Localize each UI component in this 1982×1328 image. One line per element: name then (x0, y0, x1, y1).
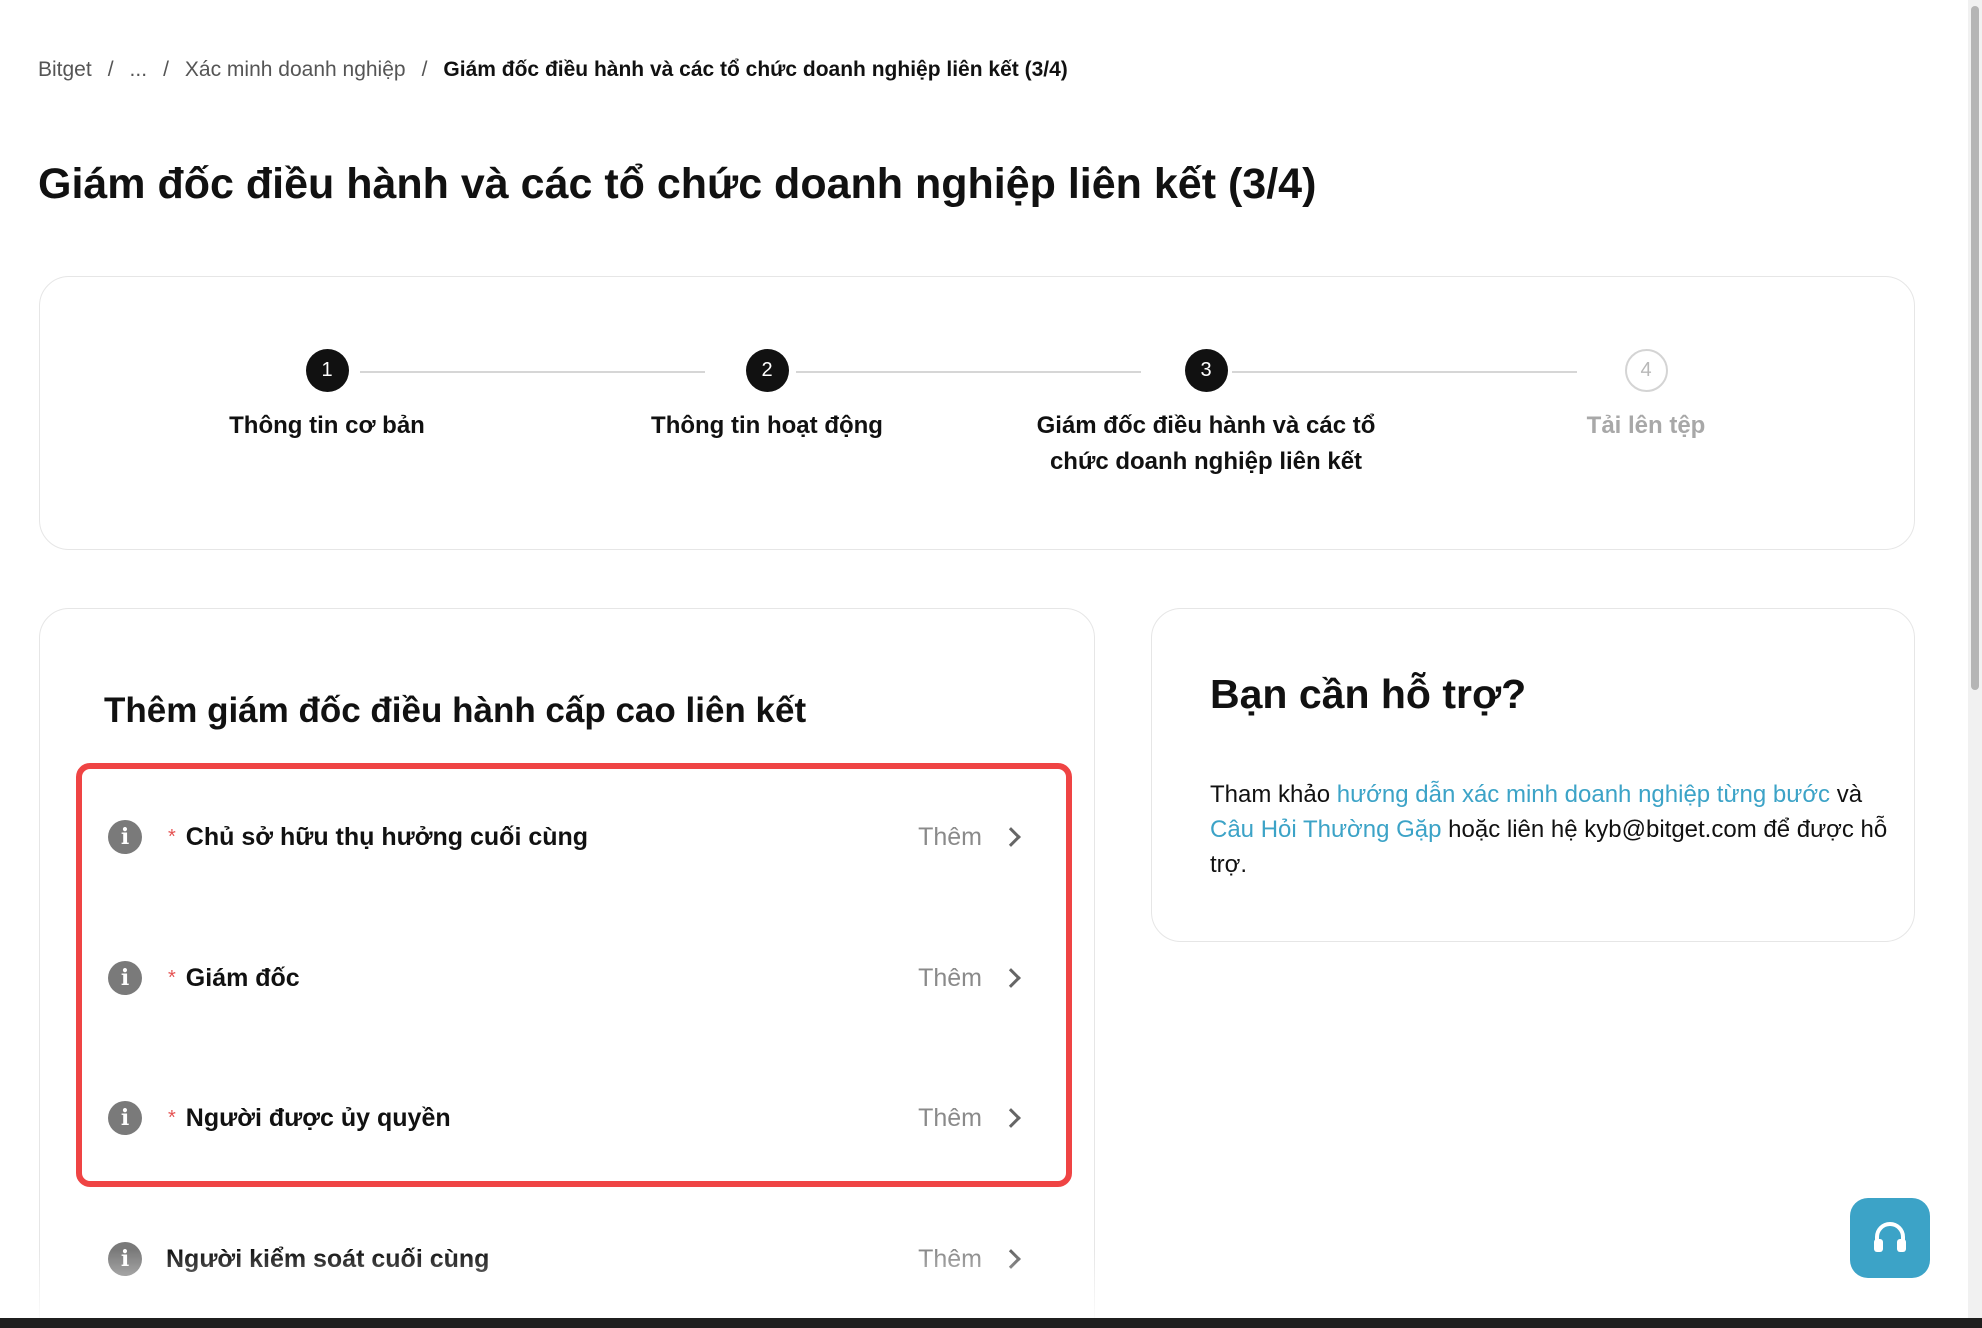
add-label: Thêm (918, 822, 982, 851)
step-label: Giám đốc điều hành và các tổ chức doanh … (996, 408, 1416, 480)
scrollbar[interactable] (1968, 0, 1982, 1318)
kyb-guide-link[interactable]: hướng dẫn xác minh doanh nghiệp từng bướ… (1337, 781, 1830, 808)
info-icon[interactable]: i (108, 961, 142, 995)
chevron-right-icon (1001, 968, 1021, 988)
row-authorized-person[interactable]: i * Người được ủy quyền Thêm (108, 1093, 1021, 1143)
add-label: Thêm (918, 1244, 982, 1273)
scrollbar-thumb[interactable] (1971, 6, 1979, 690)
breadcrumb-separator: / (163, 58, 169, 81)
add-button[interactable]: Thêm (918, 1103, 1021, 1133)
headset-icon (1874, 1222, 1906, 1252)
row-label: Người kiểm soát cuối cùng (166, 1244, 490, 1273)
row-label: Người được ủy quyền (185, 1103, 451, 1132)
add-button[interactable]: Thêm (918, 963, 1021, 993)
help-card: Bạn cần hỗ trợ? Tham khảo hướng dẫn xác … (1151, 608, 1915, 942)
info-icon[interactable]: i (108, 820, 142, 854)
add-label: Thêm (918, 1103, 982, 1132)
help-text-and: và (1830, 781, 1863, 808)
step-basic-info: 1 Thông tin cơ bản (117, 349, 537, 444)
info-icon[interactable]: i (108, 1242, 142, 1276)
step-label: Thông tin hoạt động (651, 412, 883, 439)
stepper-card: 1 Thông tin cơ bản 2 Thông tin hoạt động… (39, 276, 1915, 550)
required-mark: * (168, 1106, 176, 1129)
breadcrumb: Bitget / ... / Xác minh doanh nghiệp / G… (38, 58, 1068, 82)
step-label: Tải lên tệp (1586, 412, 1706, 439)
help-title: Bạn cần hỗ trợ? (1210, 671, 1527, 717)
row-director[interactable]: i * Giám đốc Thêm (108, 953, 1021, 1003)
required-mark: * (168, 966, 176, 989)
required-mark: * (168, 825, 176, 848)
executives-card: Thêm giám đốc điều hành cấp cao liên kết… (39, 608, 1095, 1318)
step-label-line: Giám đốc điều hành và các tổ (1036, 412, 1376, 439)
breadcrumb-current: Giám đốc điều hành và các tổ chức doanh … (443, 58, 1068, 81)
page-title: Giám đốc điều hành và các tổ chức doanh … (38, 160, 1317, 208)
page: Bitget / ... / Xác minh doanh nghiệp / G… (0, 0, 1968, 1318)
step-number: 4 (1624, 349, 1668, 392)
row-label: Chủ sở hữu thụ hưởng cuối cùng (185, 822, 589, 851)
row-ultimate-controller[interactable]: i Người kiểm soát cuối cùng Thêm (108, 1234, 1021, 1284)
add-button[interactable]: Thêm (918, 822, 1021, 852)
support-button[interactable] (1850, 1198, 1930, 1278)
step-operation-info: 2 Thông tin hoạt động (557, 349, 977, 444)
step-label-line: chức doanh nghiệp liên kết (1049, 448, 1363, 475)
step-label: Thông tin cơ bản (229, 412, 425, 439)
chevron-right-icon (1001, 1108, 1021, 1128)
add-button[interactable]: Thêm (918, 1244, 1021, 1274)
info-icon[interactable]: i (108, 1101, 142, 1135)
chevron-right-icon (1001, 827, 1021, 847)
row-label: Giám đốc (185, 963, 300, 992)
breadcrumb-separator: / (107, 58, 114, 81)
breadcrumb-home[interactable]: Bitget (38, 58, 92, 82)
breadcrumb-business-verification[interactable]: Xác minh doanh nghiệp (185, 58, 406, 82)
window-bottom-edge (0, 1318, 1982, 1328)
step-number: 3 (1184, 349, 1228, 392)
step-number: 1 (305, 349, 349, 392)
breadcrumb-ellipsis[interactable]: ... (130, 58, 148, 82)
faq-link[interactable]: Câu Hỏi Thường Gặp (1210, 816, 1441, 843)
chevron-right-icon (1001, 1249, 1021, 1269)
row-ultimate-beneficial-owner[interactable]: i * Chủ sở hữu thụ hưởng cuối cùng Thêm (108, 812, 1021, 862)
breadcrumb-separator: / (421, 58, 428, 81)
help-text-prefix: Tham khảo (1210, 781, 1337, 808)
help-text: Tham khảo hướng dẫn xác minh doanh nghiệ… (1210, 777, 1890, 882)
step-executives: 3 Giám đốc điều hành và các tổ chức doan… (996, 349, 1416, 480)
step-number: 2 (745, 349, 789, 392)
executives-title: Thêm giám đốc điều hành cấp cao liên kết (104, 691, 807, 730)
step-upload-files: 4 Tải lên tệp (1436, 349, 1856, 444)
add-label: Thêm (918, 963, 982, 992)
